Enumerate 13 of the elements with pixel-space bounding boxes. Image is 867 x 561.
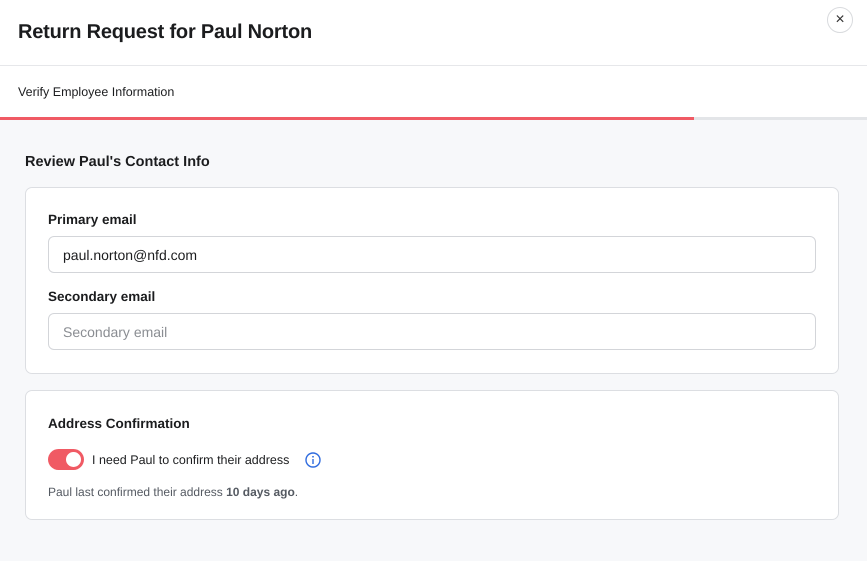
- field-label: Primary email: [48, 212, 138, 227]
- step-label: Verify Employee Information: [18, 84, 174, 98]
- email-field[interactable]: Secondary email: [48, 313, 816, 350]
- field-label: Secondary email: [48, 289, 156, 304]
- info-icon[interactable]: [305, 452, 322, 468]
- confirmation-note: Paul last confirmed their address 10 days ago.: [48, 485, 300, 499]
- section-heading: Review Paul's Contact Info: [25, 154, 211, 170]
- toggle-label: I need Paul to confirm their address: [92, 452, 290, 466]
- dialog-title: Return Request for Paul Norton: [18, 21, 312, 44]
- toggle-switch[interactable]: [48, 449, 84, 470]
- close-button[interactable]: ×: [827, 7, 853, 33]
- email-field[interactable]: paul.norton@nfd.com: [48, 236, 816, 273]
- card-heading: Address Confirmation: [48, 416, 191, 431]
